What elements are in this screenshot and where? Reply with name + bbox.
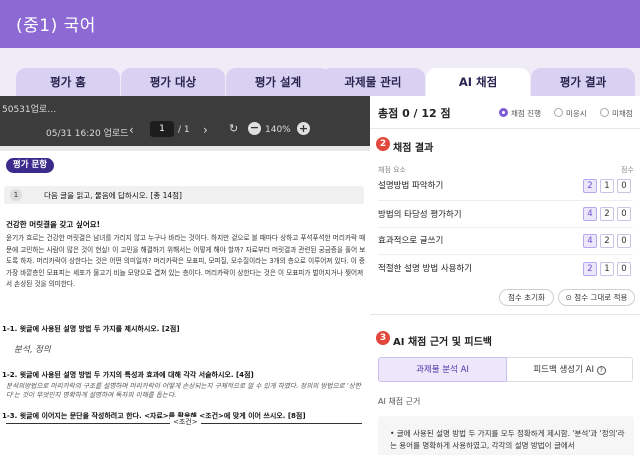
subtab-feedback-label: 피드백 생성기 AI bbox=[533, 365, 594, 375]
section-title-ai-basis: AI 채점 근거 및 피드백 bbox=[393, 337, 492, 348]
score-option[interactable]: 4 bbox=[583, 207, 597, 221]
score-option[interactable]: 2 bbox=[583, 179, 597, 193]
subtab-feedback-generator-ai[interactable]: 피드백 생성기 AI ? bbox=[507, 357, 633, 382]
criterion-label: 설명방법 파악하기 bbox=[378, 181, 444, 191]
radio-label: 미채점 bbox=[612, 109, 633, 118]
tab-assessment-home[interactable]: 평가 홈 bbox=[16, 68, 120, 96]
file-name[interactable]: 50531업로… bbox=[2, 102, 56, 115]
apply-score-label: 점수 그대로 적용 bbox=[574, 293, 628, 302]
zoom-out-icon[interactable]: − bbox=[248, 122, 261, 135]
question-1-1: 1-1. 윗글에 사용된 설명 방법 두 가지를 제시하시오. [2점] bbox=[2, 325, 180, 333]
divider bbox=[370, 128, 640, 129]
apply-score-button[interactable]: ⊙ 점수 그대로 적용 bbox=[558, 289, 635, 306]
help-circle-icon[interactable]: ? bbox=[596, 366, 606, 375]
criterion-label: 방법의 타당성 평가하기 bbox=[378, 210, 462, 220]
section-number-badge: 2 bbox=[376, 137, 390, 151]
radio-not-graded[interactable]: 미채점 bbox=[600, 108, 633, 119]
row-divider bbox=[378, 200, 633, 201]
upload-date: 05/31 16:20 업로드 bbox=[46, 129, 129, 139]
passage-heading: 건강한 머릿결을 갖고 싶어요! bbox=[6, 220, 101, 229]
grading-panel: 총점 0 / 12 점 채점 진행 미응시 미채점 2 채점 결과 채점 요소 … bbox=[370, 96, 640, 455]
page-number-input[interactable]: 1 bbox=[150, 121, 174, 137]
check-circle-icon: ⊙ bbox=[565, 293, 575, 302]
viewer-toolbar: 50531업로… 05/31 16:20 업로드 ‹ 1 / 1 › ↻ − 1… bbox=[0, 96, 370, 146]
answer-1-1: 분석, 정의 bbox=[14, 345, 51, 355]
score-option[interactable]: 0 bbox=[617, 207, 631, 221]
radio-dot-icon bbox=[499, 108, 508, 117]
page-title: (중1) 국어 bbox=[16, 16, 96, 36]
radio-label: 미응시 bbox=[566, 109, 587, 118]
question-1-2: 1-2. 윗글에 사용된 설명 방법 두 가지의 특성과 효과에 대해 각각 서… bbox=[2, 371, 254, 379]
passage-body: 윤기가 흐르는 건강한 머릿결은 남녀를 가리지 않고 누구나 바라는 것이다.… bbox=[6, 234, 366, 289]
app-header: (중1) 국어 bbox=[0, 0, 640, 48]
tab-bar: 평가 홈 평가 대상 평가 설계 과제물 관리 AI 채점 평가 결과 bbox=[0, 48, 640, 96]
score-option[interactable]: 2 bbox=[600, 234, 614, 248]
tab-assessment-results[interactable]: 평가 결과 bbox=[531, 68, 635, 96]
subtab-assignment-analysis-ai[interactable]: 과제물 분석 AI bbox=[378, 357, 507, 382]
condition-box: <조건> bbox=[6, 417, 362, 435]
score-option[interactable]: 4 bbox=[583, 234, 597, 248]
total-score: 총점 0 / 12 점 bbox=[378, 107, 451, 120]
row-divider bbox=[378, 227, 633, 228]
zoom-in-icon[interactable]: + bbox=[297, 122, 310, 135]
column-header-criteria: 채점 요소 bbox=[378, 166, 406, 174]
score-option[interactable]: 1 bbox=[600, 262, 614, 276]
score-option[interactable]: 2 bbox=[583, 262, 597, 276]
question-text: 다음 글을 읽고, 물음에 답하시오. [총 14점] bbox=[44, 191, 182, 200]
score-option[interactable]: 0 bbox=[617, 234, 631, 248]
tab-ai-grading[interactable]: AI 채점 bbox=[426, 68, 530, 96]
score-option[interactable]: 0 bbox=[617, 179, 631, 193]
tab-assessment-design[interactable]: 평가 설계 bbox=[226, 68, 330, 96]
radio-not-attempted[interactable]: 미응시 bbox=[554, 108, 587, 119]
answer-1-2: 분석의방법으로 머리카락의 구조를 설명하며 머리카락이 어떻게 손상되는지 구… bbox=[6, 382, 361, 400]
zoom-level: 140% bbox=[265, 125, 291, 135]
radio-label: 채점 진행 bbox=[511, 109, 541, 118]
divider bbox=[370, 314, 640, 315]
reset-score-button[interactable]: 점수 초기화 bbox=[499, 289, 554, 306]
condition-label: <조건> bbox=[170, 417, 201, 427]
tab-assessment-target[interactable]: 평가 대상 bbox=[121, 68, 225, 96]
radio-dot-icon bbox=[600, 108, 609, 117]
criterion-label: 효과적으로 글쓰기 bbox=[378, 236, 444, 246]
ai-basis-box: • 글에 사용된 설명 방법 두 가지를 모두 정확하게 제시함. '분석'과 … bbox=[378, 416, 634, 455]
ai-basis-label: AI 채점 근거 bbox=[378, 397, 421, 406]
document-page: 평가 문항 1 다음 글을 읽고, 물음에 답하시오. [총 14점] 건강한 … bbox=[0, 151, 370, 455]
score-option[interactable]: 0 bbox=[617, 262, 631, 276]
question-box: 1 다음 글을 읽고, 물음에 답하시오. [총 14점] bbox=[4, 186, 364, 204]
chevron-right-icon[interactable]: › bbox=[203, 123, 208, 137]
ai-basis-text: • 글에 사용된 설명 방법 두 가지를 모두 정확하게 제시함. '분석'과 … bbox=[390, 429, 625, 450]
page-total: / 1 bbox=[178, 125, 190, 135]
radio-dot-icon bbox=[554, 108, 563, 117]
section-number-badge: 3 bbox=[376, 331, 390, 345]
chevron-left-icon[interactable]: ‹ bbox=[129, 123, 134, 137]
column-header-score: 점수 bbox=[621, 166, 634, 174]
question-badge: 평가 문항 bbox=[6, 158, 54, 173]
criterion-label: 적절한 설명 방법 사용하기 bbox=[378, 264, 473, 274]
rotate-icon[interactable]: ↻ bbox=[229, 122, 238, 135]
radio-grading-in-progress[interactable]: 채점 진행 bbox=[499, 108, 541, 119]
question-1-3: 1-3. 윗글에 이어지는 문단을 작성하려고 한다. <자료>를 활용해 <조… bbox=[2, 412, 306, 420]
score-option[interactable]: 1 bbox=[600, 179, 614, 193]
score-option[interactable]: 2 bbox=[600, 207, 614, 221]
tab-assignment-management[interactable]: 과제물 관리 bbox=[321, 68, 425, 96]
row-divider bbox=[378, 254, 633, 255]
document-viewer: 50531업로… 05/31 16:20 업로드 ‹ 1 / 1 › ↻ − 1… bbox=[0, 96, 370, 455]
question-number: 1 bbox=[10, 189, 22, 201]
section-title-grading-result: 채점 결과 bbox=[393, 143, 434, 154]
